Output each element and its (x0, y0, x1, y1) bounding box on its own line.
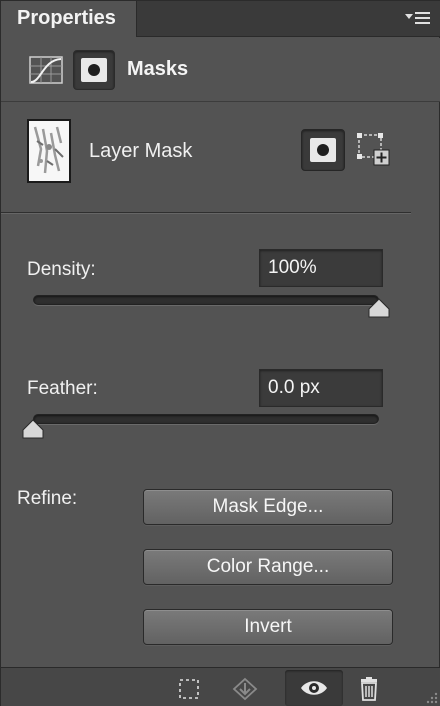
pixel-mask-icon[interactable] (73, 50, 115, 90)
feather-slider-handle[interactable] (22, 419, 44, 439)
density-label: Density: (27, 259, 96, 280)
load-selection-icon[interactable] (175, 676, 203, 702)
density-slider-track[interactable] (33, 295, 379, 305)
resize-grip-icon[interactable] (423, 689, 439, 705)
layer-mask-label: Layer Mask (89, 140, 193, 162)
add-pixel-mask-button[interactable] (301, 129, 345, 171)
panel-tab-bar: Properties (1, 1, 440, 37)
bottom-toolbar (1, 667, 440, 706)
trash-icon[interactable] (355, 676, 383, 702)
density-slider-handle[interactable] (368, 298, 390, 318)
feather-slider-track[interactable] (33, 414, 379, 424)
curves-adjustment-icon[interactable] (29, 56, 63, 84)
density-field[interactable]: 100% (259, 249, 383, 287)
properties-panel: Properties Masks Layer Mask Density: 100… (0, 0, 440, 706)
feather-label: Feather: (27, 378, 98, 399)
pixel-mask-icon (310, 138, 336, 162)
mask-thumbnail-image (29, 121, 69, 181)
section-divider (1, 212, 411, 214)
panel-menu-icon[interactable] (405, 10, 431, 28)
vector-mask-icon[interactable] (355, 131, 391, 167)
feather-field[interactable]: 0.0 px (259, 369, 383, 407)
color-range-button[interactable]: Color Range... (143, 549, 393, 585)
tab-properties[interactable]: Properties (1, 1, 137, 37)
panel-section-title: Masks (127, 58, 189, 80)
eye-icon (301, 681, 327, 695)
invert-button[interactable]: Invert (143, 609, 393, 645)
properties-header: Masks (1, 38, 440, 102)
mask-edge-button[interactable]: Mask Edge... (143, 489, 393, 525)
refine-label: Refine: (17, 488, 78, 509)
toggle-mask-visibility-button[interactable] (285, 670, 343, 706)
layer-mask-thumbnail[interactable] (27, 119, 71, 183)
apply-mask-icon[interactable] (231, 676, 259, 702)
